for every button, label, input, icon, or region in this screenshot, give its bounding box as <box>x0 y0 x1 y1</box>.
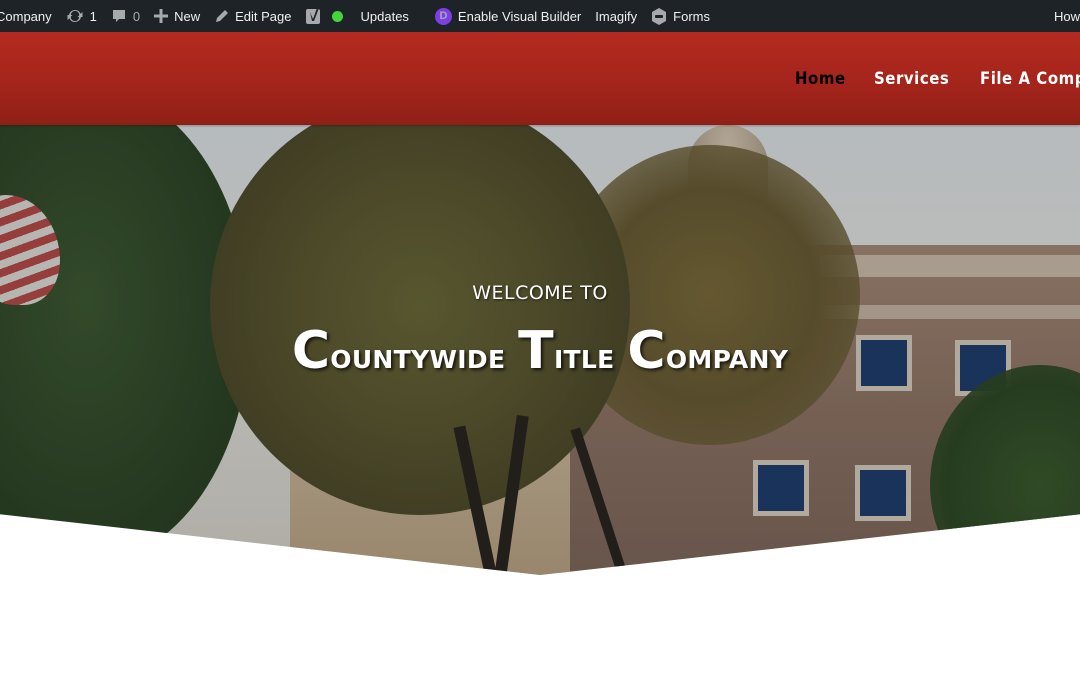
title-word: ountywide <box>330 336 506 377</box>
site-name-label: Company <box>0 8 52 24</box>
forms-icon <box>651 7 667 25</box>
my-account-link[interactable]: How <box>1047 0 1080 32</box>
hero-title: Countywide Title Company <box>0 321 1080 381</box>
visual-builder-label: Enable Visual Builder <box>457 8 582 24</box>
new-label: New <box>174 8 201 24</box>
hero-welcome-text: WELCOME TO <box>472 282 608 304</box>
forms-label: Forms <box>673 8 711 24</box>
hero-section: WELCOME TO Countywide Title Company <box>0 125 1080 575</box>
updates-count: 1 <box>89 8 97 24</box>
divi-logo-icon: D <box>434 7 452 25</box>
new-content-link[interactable]: New <box>147 0 207 32</box>
plus-icon <box>154 9 169 23</box>
site-name-link[interactable]: Company <box>0 0 59 32</box>
nav-item-services[interactable]: Services <box>874 69 949 89</box>
site-header: Home Services File A Complai <box>0 32 1080 125</box>
imagify-label: Imagify <box>595 8 638 24</box>
forms-link[interactable]: Forms <box>644 0 717 32</box>
seo-menu[interactable] <box>299 0 350 32</box>
wp-admin-bar: Company 1 0 New Edit Page Updates D Enab <box>0 0 1080 32</box>
title-word: itle <box>553 336 615 377</box>
comment-bubble-icon <box>111 8 127 24</box>
comments-link[interactable]: 0 <box>104 0 147 32</box>
main-navigation: Home Services File A Complai <box>795 32 1080 125</box>
pencil-icon <box>214 9 229 24</box>
title-word: ompany <box>665 336 789 377</box>
updates-label: Updates <box>360 8 409 24</box>
yoast-icon <box>305 7 322 25</box>
howdy-label: How <box>1053 8 1080 24</box>
title-initial: T <box>518 321 554 381</box>
edit-page-link[interactable]: Edit Page <box>207 0 298 32</box>
title-initial: C <box>627 321 666 381</box>
refresh-icon <box>66 8 84 24</box>
seo-status-dot <box>331 10 343 22</box>
visual-builder-link[interactable]: D Enable Visual Builder <box>428 0 588 32</box>
nav-item-file-a-complaint[interactable]: File A Complai <box>980 69 1080 89</box>
title-initial: C <box>291 321 331 381</box>
updates-link[interactable]: Updates <box>354 0 416 32</box>
updates-counter-link[interactable]: 1 <box>59 0 104 32</box>
imagify-link[interactable]: Imagify <box>588 0 644 32</box>
comments-count: 0 <box>132 8 141 24</box>
nav-item-home[interactable]: Home <box>795 69 846 89</box>
edit-page-label: Edit Page <box>235 8 292 24</box>
